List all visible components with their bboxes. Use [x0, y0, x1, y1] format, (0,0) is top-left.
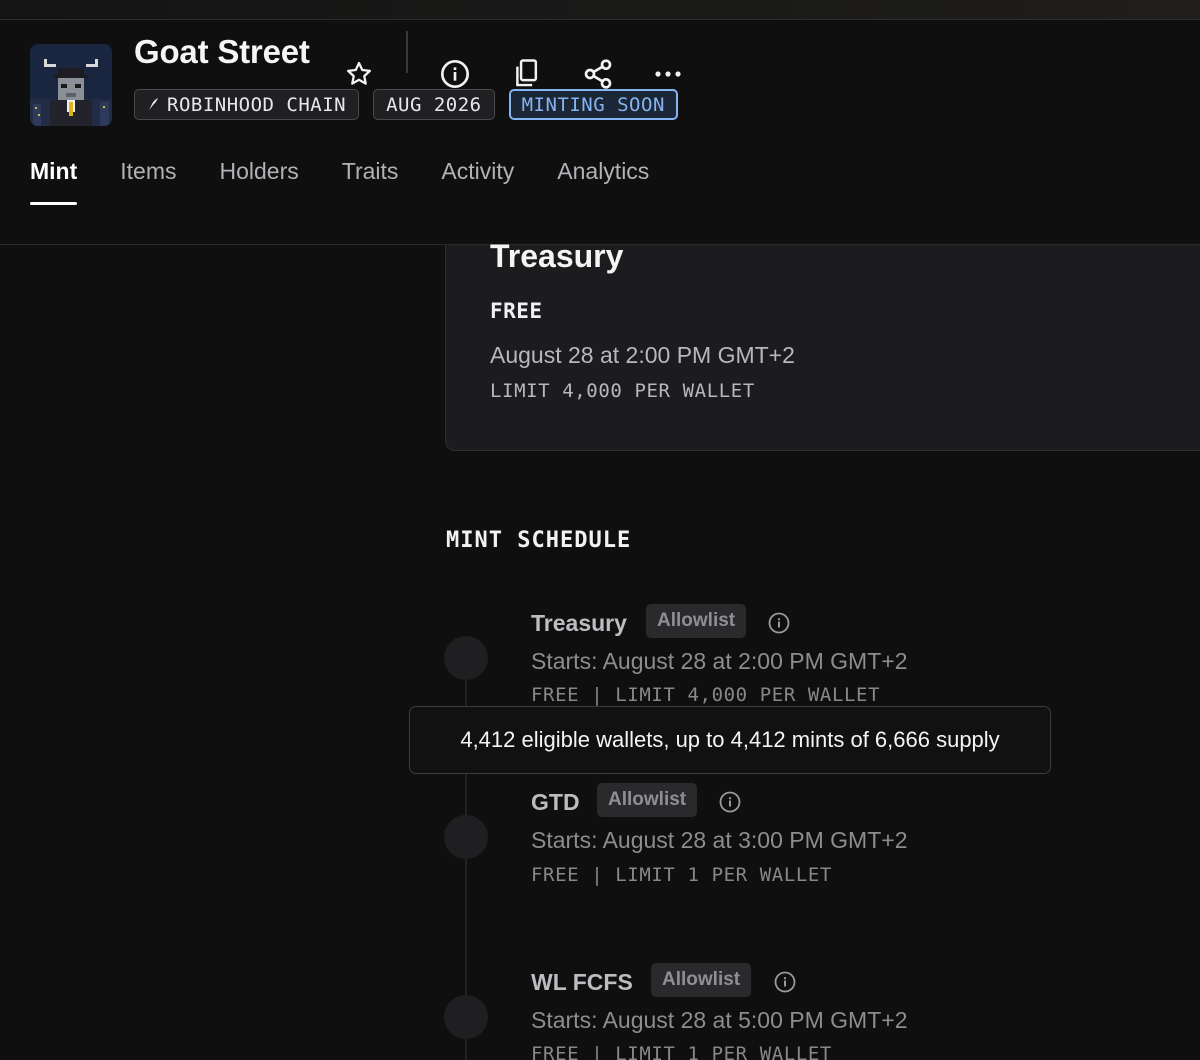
phase-meta: FREE | LIMIT 1 PER WALLET: [531, 1043, 832, 1060]
share-icon[interactable]: [580, 56, 616, 92]
allowlist-chip: Allowlist: [597, 783, 698, 817]
phase-info-icon[interactable]: [773, 970, 797, 999]
copy-icon[interactable]: [508, 56, 544, 92]
mint-schedule-title: MINT SCHEDULE: [446, 528, 632, 553]
browser-top-strip: [0, 0, 1200, 20]
current-phase-date: August 28 at 2:00 PM GMT+2: [490, 342, 795, 368]
tab-activity[interactable]: Activity: [441, 158, 514, 205]
feather-icon: [147, 94, 159, 116]
phase-info-icon[interactable]: [718, 790, 742, 819]
current-phase-name: Treasury: [490, 238, 624, 274]
date-badge-label: AUG 2026: [386, 94, 482, 116]
collection-badges: ROBINHOOD CHAIN AUG 2026 MINTING SOON: [134, 89, 678, 120]
status-badge-label: MINTING SOON: [521, 94, 665, 116]
favorite-star-icon[interactable]: [343, 58, 375, 90]
collection-avatar: [30, 44, 112, 126]
date-badge: AUG 2026: [373, 89, 495, 120]
header-divider: [406, 31, 408, 73]
phase-name: WL FCFS: [531, 969, 633, 995]
phase-info-icon[interactable]: [767, 611, 791, 640]
chain-badge: ROBINHOOD CHAIN: [134, 89, 360, 120]
tab-mint[interactable]: Mint: [30, 158, 78, 205]
current-phase-limit: LIMIT 4,000 PER WALLET: [490, 380, 755, 402]
tab-items[interactable]: Items: [120, 158, 176, 205]
chain-badge-label: ROBINHOOD CHAIN: [167, 94, 347, 116]
timeline-dot: [444, 815, 488, 859]
phase-start: Starts: August 28 at 2:00 PM GMT+2: [531, 648, 908, 674]
tab-traits[interactable]: Traits: [342, 158, 399, 205]
phase-meta: FREE | LIMIT 4,000 PER WALLET: [531, 684, 881, 706]
goat-pixel-art-image: [30, 44, 112, 126]
phase-name: Treasury: [531, 610, 627, 636]
eligibility-tooltip: 4,412 eligible wallets, up to 4,412 mint…: [409, 706, 1051, 774]
phase-start: Starts: August 28 at 5:00 PM GMT+2: [531, 1007, 908, 1033]
phase-name: GTD: [531, 789, 580, 815]
allowlist-chip: Allowlist: [646, 604, 747, 638]
phase-meta: FREE | LIMIT 1 PER WALLET: [531, 864, 832, 886]
timeline-dot: [444, 636, 488, 680]
tab-holders[interactable]: Holders: [220, 158, 299, 205]
phase-start: Starts: August 28 at 3:00 PM GMT+2: [531, 827, 908, 853]
timeline-dot: [444, 995, 488, 1039]
allowlist-chip: Allowlist: [651, 963, 752, 997]
current-phase-price: FREE: [490, 299, 543, 323]
info-icon[interactable]: [437, 56, 473, 92]
more-icon[interactable]: [650, 56, 686, 92]
status-badge: MINTING SOON: [508, 89, 678, 120]
collection-tabs: Mint Items Holders Traits Activity Analy…: [30, 158, 649, 205]
collection-title: Goat Street: [134, 33, 310, 70]
tab-analytics[interactable]: Analytics: [557, 158, 649, 205]
